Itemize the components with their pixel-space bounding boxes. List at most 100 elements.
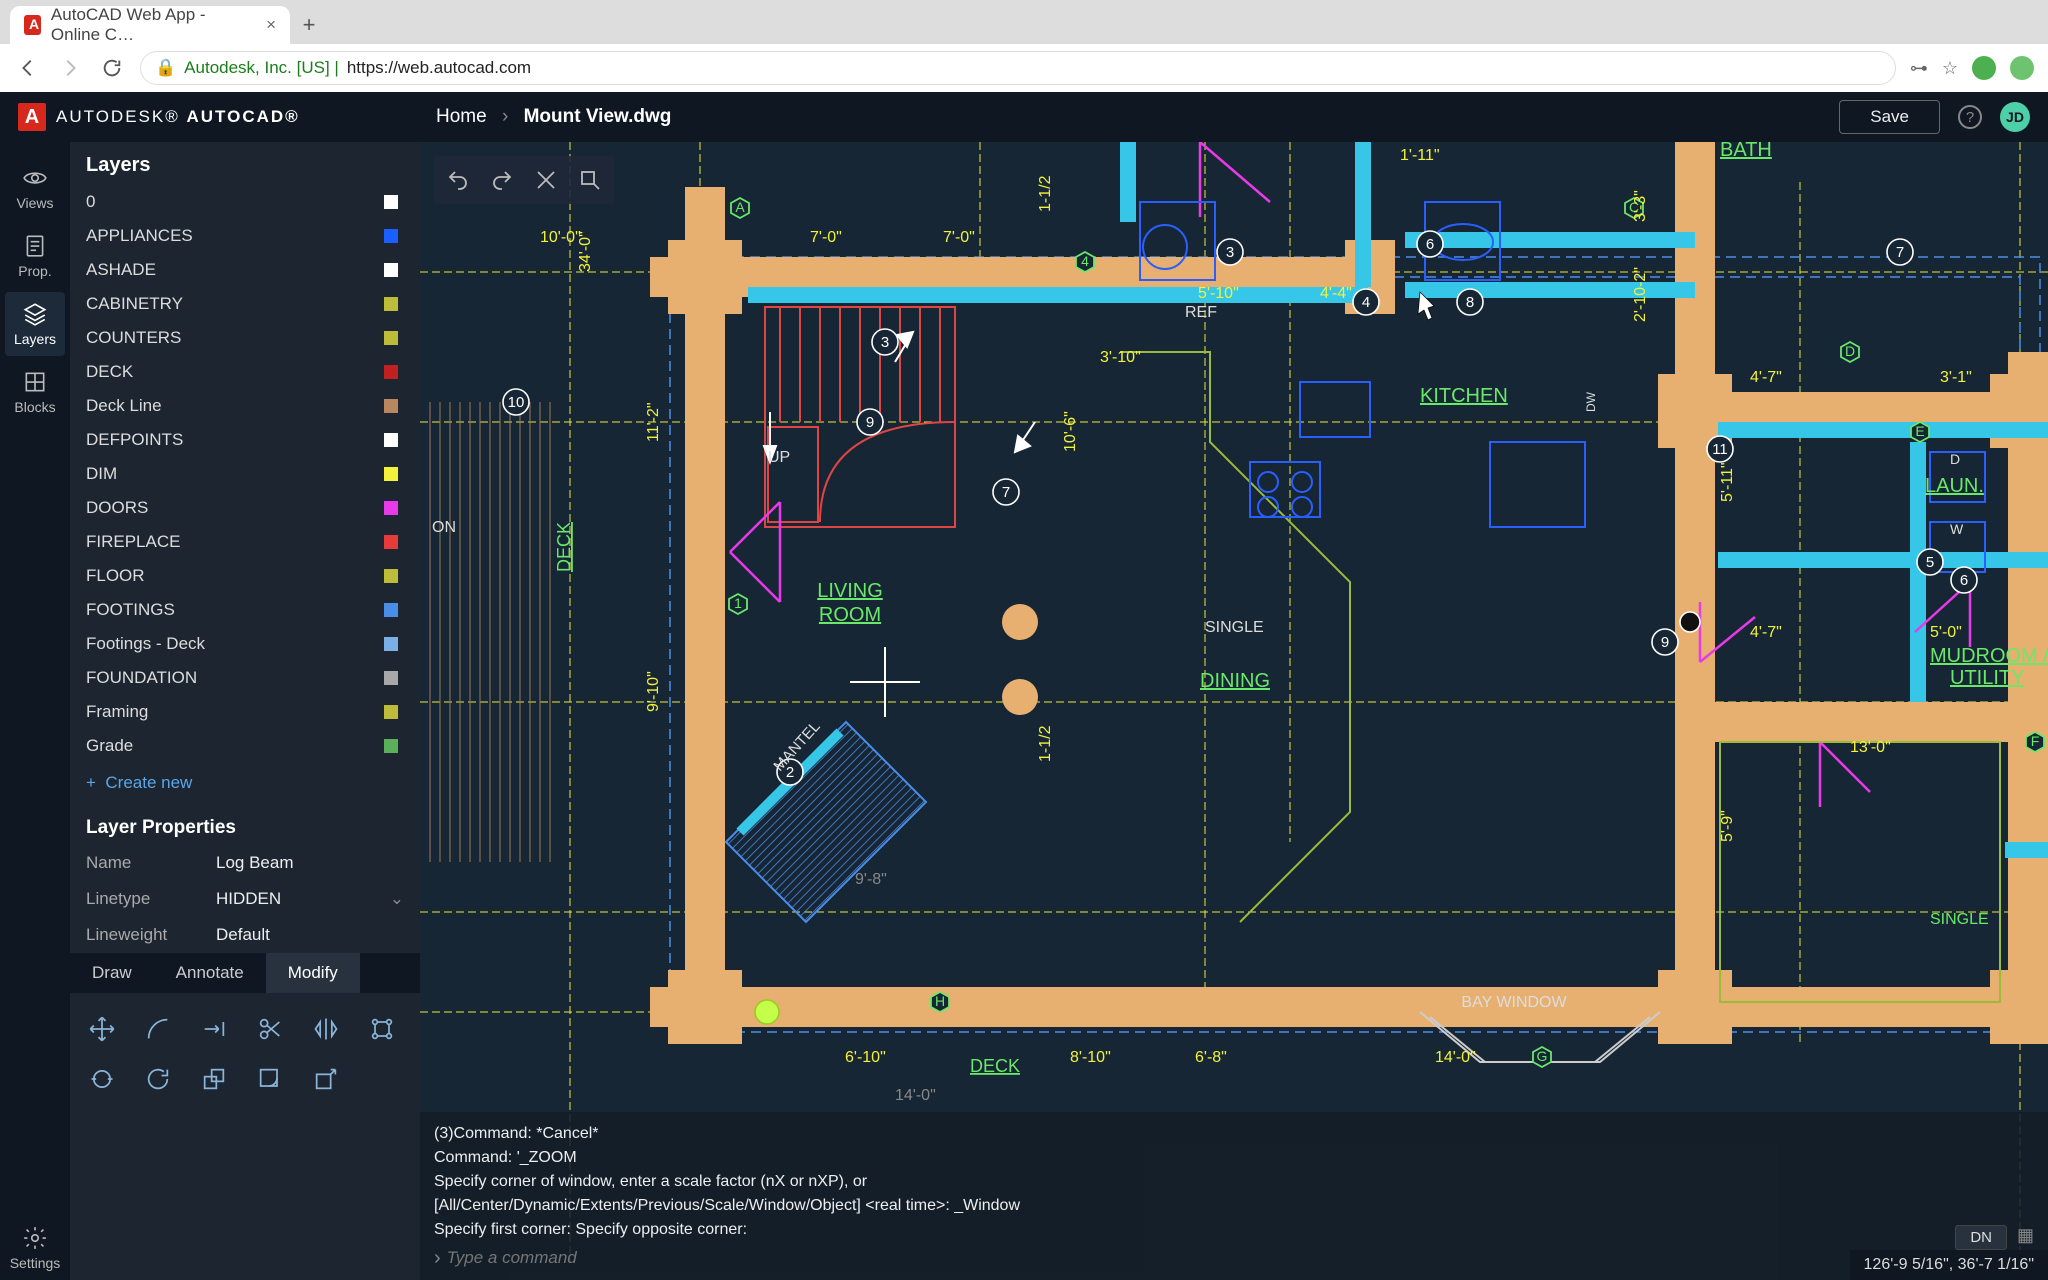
svg-text:REF: REF bbox=[1185, 304, 1217, 321]
rail-blocks[interactable]: Blocks bbox=[5, 360, 65, 424]
layer-swatch bbox=[384, 705, 398, 719]
create-layer-button[interactable]: + Create new bbox=[70, 763, 420, 803]
save-button[interactable]: Save bbox=[1839, 100, 1940, 134]
svg-text:4: 4 bbox=[1362, 294, 1370, 311]
rail-properties[interactable]: Prop. bbox=[5, 224, 65, 288]
prop-value: Log Beam bbox=[216, 853, 404, 873]
svg-text:F: F bbox=[2031, 733, 2040, 749]
layer-row[interactable]: CABINETRY bbox=[70, 287, 414, 321]
svg-text:9'-10": 9'-10" bbox=[645, 671, 662, 712]
svg-text:5'-0": 5'-0" bbox=[1930, 624, 1962, 641]
svg-text:3: 3 bbox=[1226, 244, 1234, 261]
svg-text:11'-2": 11'-2" bbox=[645, 402, 662, 442]
svg-text:5'-10": 5'-10" bbox=[1198, 285, 1239, 302]
arc-tool[interactable] bbox=[136, 1007, 180, 1051]
mirror-tool[interactable] bbox=[304, 1007, 348, 1051]
floorplan-drawing: 1039 723 684 1175 96 ACD EH4 bbox=[420, 142, 2048, 1280]
close-tab-icon[interactable]: × bbox=[266, 15, 276, 35]
svg-text:1'-11": 1'-11" bbox=[1400, 147, 1440, 164]
grid-icon[interactable]: ▦ bbox=[2017, 1225, 2034, 1250]
rail-views[interactable]: Views bbox=[5, 156, 65, 220]
svg-text:1-1/2: 1-1/2 bbox=[1037, 725, 1054, 762]
layer-row[interactable]: FOUNDATION bbox=[70, 661, 414, 695]
layer-row[interactable]: Deck Line bbox=[70, 389, 414, 423]
browser-tab[interactable]: AutoCAD Web App - Online C… × bbox=[10, 6, 290, 44]
svg-text:6'-10": 6'-10" bbox=[845, 1049, 886, 1066]
layer-row[interactable]: FIREPLACE bbox=[70, 525, 414, 559]
layer-list[interactable]: 0APPLIANCESASHADECABINETRYCOUNTERSDECKDe… bbox=[70, 185, 420, 763]
undo-button[interactable] bbox=[440, 162, 476, 198]
rail-layers[interactable]: Layers bbox=[5, 292, 65, 356]
svg-text:BAY WINDOW: BAY WINDOW bbox=[1461, 994, 1567, 1011]
layer-row[interactable]: 0 bbox=[70, 185, 414, 219]
svg-text:13'-0": 13'-0" bbox=[1850, 739, 1891, 756]
svg-text:A: A bbox=[735, 199, 745, 215]
svg-text:5'-11": 5'-11" bbox=[1719, 462, 1736, 502]
zoom-window-button[interactable] bbox=[572, 162, 608, 198]
profile-avatar[interactable] bbox=[1972, 56, 1996, 80]
autocad-favicon bbox=[24, 15, 41, 35]
drawing-canvas[interactable]: 1039 723 684 1175 96 ACD EH4 bbox=[420, 142, 2048, 1280]
url-field[interactable]: 🔒 Autodesk, Inc. [US] | https://web.auto… bbox=[140, 51, 1896, 85]
dn-button[interactable]: DN bbox=[1955, 1225, 2007, 1250]
prop-value[interactable]: HIDDEN bbox=[216, 889, 404, 909]
browser-chrome: AutoCAD Web App - Online C… × + 🔒 Autode… bbox=[0, 0, 2048, 92]
move-tool[interactable] bbox=[80, 1007, 124, 1051]
svg-text:SINGLE: SINGLE bbox=[1205, 619, 1264, 636]
svg-text:34'-0": 34'-0" bbox=[577, 231, 594, 272]
user-avatar[interactable]: JD bbox=[2000, 102, 2030, 132]
tab-modify[interactable]: Modify bbox=[266, 953, 360, 993]
layer-swatch bbox=[384, 535, 398, 549]
svg-text:4'-4": 4'-4" bbox=[1320, 285, 1352, 302]
reload-button[interactable] bbox=[98, 54, 126, 82]
svg-text:ON: ON bbox=[432, 519, 456, 536]
rotate-tool[interactable] bbox=[136, 1057, 180, 1101]
layer-row[interactable]: Framing bbox=[70, 695, 414, 729]
layer-swatch bbox=[384, 671, 398, 685]
layer-row[interactable]: FLOOR bbox=[70, 559, 414, 593]
forward-button[interactable] bbox=[56, 54, 84, 82]
redo-button[interactable] bbox=[484, 162, 520, 198]
offset-tool[interactable] bbox=[192, 1007, 236, 1051]
rail-settings[interactable]: Settings bbox=[5, 1216, 65, 1280]
array-tool[interactable] bbox=[360, 1007, 404, 1051]
new-tab-button[interactable]: + bbox=[290, 6, 328, 44]
svg-text:7: 7 bbox=[1896, 244, 1904, 261]
layer-row[interactable]: FOOTINGS bbox=[70, 593, 414, 627]
zoom-extents-button[interactable] bbox=[528, 162, 564, 198]
breadcrumb-home[interactable]: Home bbox=[436, 106, 487, 127]
svg-text:5'-9": 5'-9" bbox=[1719, 810, 1736, 842]
tab-title: AutoCAD Web App - Online C… bbox=[51, 5, 256, 45]
back-button[interactable] bbox=[14, 54, 42, 82]
layer-row[interactable]: APPLIANCES bbox=[70, 219, 414, 253]
scale-tool[interactable] bbox=[192, 1057, 236, 1101]
svg-text:9: 9 bbox=[866, 414, 874, 431]
layer-row[interactable]: DEFPOINTS bbox=[70, 423, 414, 457]
trim-tool[interactable] bbox=[248, 1007, 292, 1051]
svg-text:1: 1 bbox=[734, 595, 742, 611]
extension-icon[interactable] bbox=[2010, 56, 2034, 80]
tab-draw[interactable]: Draw bbox=[70, 953, 154, 993]
svg-text:7'-0": 7'-0" bbox=[810, 229, 842, 246]
breadcrumb: Home › Mount View.dwg bbox=[436, 106, 671, 128]
join-tool[interactable] bbox=[80, 1057, 124, 1101]
help-icon[interactable]: ? bbox=[1958, 105, 1982, 129]
layer-row[interactable]: COUNTERS bbox=[70, 321, 414, 355]
layer-row[interactable]: Footings - Deck bbox=[70, 627, 414, 661]
layer-row[interactable]: Grade bbox=[70, 729, 414, 763]
modify-tools bbox=[70, 993, 420, 1115]
layer-swatch bbox=[384, 263, 398, 277]
svg-text:2'-10-2": 2'-10-2" bbox=[1632, 267, 1649, 322]
stretch-tool[interactable] bbox=[304, 1057, 348, 1101]
fillet-tool[interactable] bbox=[248, 1057, 292, 1101]
layer-row[interactable]: ASHADE bbox=[70, 253, 414, 287]
tab-annotate[interactable]: Annotate bbox=[154, 953, 266, 993]
key-icon[interactable]: ⊶ bbox=[1910, 58, 1928, 79]
svg-text:KITCHEN: KITCHEN bbox=[1420, 385, 1508, 407]
svg-text:8: 8 bbox=[1466, 294, 1474, 311]
layer-row[interactable]: DECK bbox=[70, 355, 414, 389]
command-input[interactable] bbox=[447, 1248, 2034, 1268]
star-icon[interactable]: ☆ bbox=[1942, 58, 1958, 79]
layer-row[interactable]: DOORS bbox=[70, 491, 414, 525]
layer-row[interactable]: DIM bbox=[70, 457, 414, 491]
